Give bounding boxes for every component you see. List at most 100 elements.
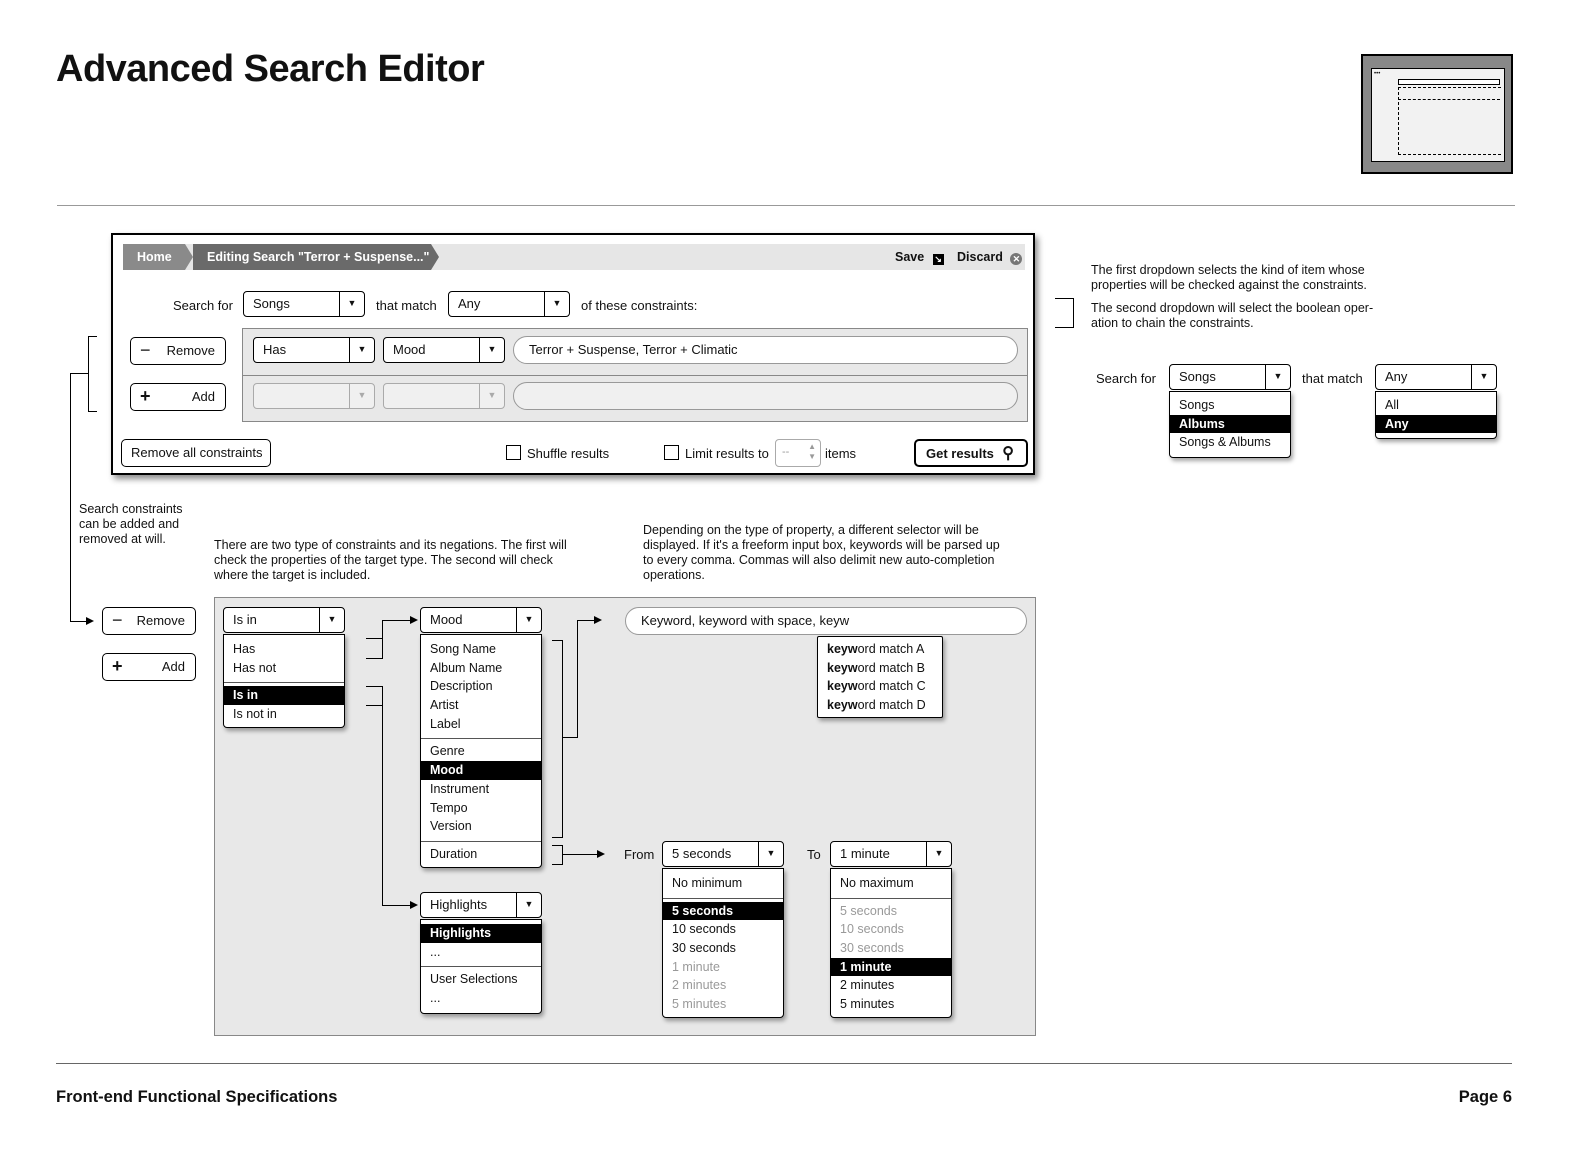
add-label: Add <box>161 659 185 674</box>
example-match-dropdown[interactable]: Any ▼ <box>1375 364 1497 390</box>
footer-page-number: Page 6 <box>1458 1088 1512 1106</box>
autocomplete-item[interactable]: keyword match A <box>818 640 942 659</box>
autocomplete-item[interactable]: keyword match B <box>818 659 942 678</box>
chevron-down-icon: ▼ <box>758 842 783 866</box>
breadcrumb-home[interactable]: Home <box>123 244 185 270</box>
detail-add-button[interactable]: + Add <box>102 653 196 681</box>
search-for-value: Songs <box>253 296 290 311</box>
chevron-down-icon: ▼ <box>349 338 374 362</box>
list-item[interactable]: Song Name <box>421 640 541 659</box>
shuffle-checkbox[interactable] <box>506 445 521 460</box>
list-item[interactable]: Songs & Albums <box>1170 433 1290 452</box>
list-item-selected[interactable]: Mood <box>421 761 541 780</box>
match-bold: keyw <box>827 642 858 656</box>
limit-value: -- <box>782 446 790 458</box>
list-item-selected[interactable]: 1 minute <box>831 957 951 977</box>
keyword-input[interactable]: Keyword, keyword with space, keyw <box>625 607 1027 635</box>
remove-label: Remove <box>136 613 185 628</box>
list-item[interactable]: No maximum <box>831 874 951 893</box>
detail-highlights-dropdown[interactable]: Highlights ▼ <box>420 892 542 918</box>
list-item-disabled: 1 minute <box>672 959 720 974</box>
match-rest: ord match B <box>857 660 925 675</box>
list-item[interactable]: 10 seconds <box>663 920 783 939</box>
list-item-selected[interactable]: Is in <box>224 686 344 706</box>
list-item[interactable]: Description <box>421 677 541 696</box>
stepper-arrows-icon: ▲ ▼ <box>808 442 816 461</box>
example-search-for-list: Songs Albums Songs & Albums <box>1169 391 1291 458</box>
to-value: 1 minute <box>840 846 890 861</box>
to-list: No maximum 5 seconds 10 seconds 30 secon… <box>830 868 952 1018</box>
constraint-property-dropdown[interactable]: Mood ▼ <box>383 337 505 363</box>
page-thumbnail: ••• <box>1361 54 1513 174</box>
that-match-dropdown[interactable]: Any ▼ <box>448 291 570 317</box>
constraint-type-dropdown[interactable]: Has ▼ <box>253 337 375 363</box>
list-item[interactable]: 30 seconds <box>663 939 783 958</box>
list-item[interactable]: ... <box>421 943 541 962</box>
autocomplete-item[interactable]: keyword match D <box>818 696 942 715</box>
remove-all-constraints-button[interactable]: Remove all constraints <box>121 439 271 467</box>
limit-stepper[interactable]: -- ▲ ▼ <box>775 439 821 467</box>
breadcrumb-current: Editing Search "Terror + Suspense..." <box>193 244 431 270</box>
list-item-disabled: 5 minutes <box>672 997 727 1012</box>
list-item[interactable]: Label <box>421 715 541 734</box>
detail-property-dropdown[interactable]: Mood ▼ <box>420 607 542 633</box>
save-button[interactable]: Save ↘ <box>895 244 944 270</box>
minus-icon: − <box>140 340 151 360</box>
list-item[interactable]: 2 minutes <box>831 976 951 995</box>
get-results-button[interactable]: Get results ⚲ <box>914 439 1028 467</box>
list-item-selected[interactable]: Highlights <box>421 924 541 943</box>
detail-type-dropdown[interactable]: Is in ▼ <box>223 607 345 633</box>
search-for-dropdown[interactable]: Songs ▼ <box>243 291 365 317</box>
list-item[interactable]: Has not <box>224 659 344 678</box>
chevron-down-icon: ▼ <box>319 608 344 632</box>
constraint-type-value: Has <box>263 342 287 357</box>
items-label: items <box>825 446 857 461</box>
constraint-value-input[interactable]: Terror + Suspense, Terror + Climatic <box>513 336 1018 364</box>
note-second-dropdown: The second dropdown will select the bool… <box>1091 301 1374 330</box>
list-item-selected[interactable]: Albums <box>1170 414 1290 434</box>
list-item[interactable]: Duration <box>421 845 541 864</box>
limit-checkbox[interactable] <box>664 445 679 460</box>
detail-remove-button[interactable]: − Remove <box>102 607 196 635</box>
list-item[interactable]: Has <box>224 640 344 659</box>
list-item-selected[interactable]: 5 seconds <box>663 901 783 921</box>
chevron-down-icon: ▼ <box>544 292 569 316</box>
list-item[interactable]: Instrument <box>421 780 541 799</box>
chevron-down-icon: ▼ <box>339 292 364 316</box>
example-search-for-label: Search for <box>1096 371 1156 386</box>
detail-highlights-list: Highlights ... User Selections ... <box>420 919 542 1014</box>
list-item-disabled: 30 seconds <box>840 941 904 956</box>
example-that-match-label: that match <box>1302 371 1363 386</box>
list-item[interactable]: Version <box>421 817 541 836</box>
save-label: Save <box>895 250 925 264</box>
that-match-label: that match <box>376 298 437 313</box>
example-search-for-dropdown[interactable]: Songs ▼ <box>1169 364 1291 390</box>
to-label: To <box>807 847 821 862</box>
minus-icon: − <box>112 610 123 630</box>
list-item[interactable]: User Selections <box>421 970 541 989</box>
list-item[interactable]: All <box>1376 396 1496 415</box>
list-item[interactable]: Album Name <box>421 659 541 678</box>
footer-doc-title: Front-end Functional Specifications <box>56 1088 338 1106</box>
list-item[interactable]: Is not in <box>224 705 344 724</box>
plus-icon: + <box>140 386 151 406</box>
list-item[interactable]: 5 minutes <box>831 995 951 1014</box>
plus-icon: + <box>112 656 123 676</box>
from-dropdown[interactable]: 5 seconds ▼ <box>662 841 784 867</box>
to-dropdown[interactable]: 1 minute ▼ <box>830 841 952 867</box>
list-item[interactable]: Genre <box>421 742 541 761</box>
list-item[interactable]: Songs <box>1170 396 1290 415</box>
add-constraint-button[interactable]: + Add <box>130 383 226 411</box>
remove-constraint-button[interactable]: − Remove <box>130 337 226 365</box>
list-item-selected[interactable]: Any <box>1376 414 1496 434</box>
discard-button[interactable]: Discard ✕ <box>957 244 1023 270</box>
list-item[interactable]: Tempo <box>421 799 541 818</box>
list-item[interactable]: ... <box>421 989 541 1008</box>
autocomplete-item[interactable]: keyword match C <box>818 677 942 696</box>
list-item[interactable]: No minimum <box>663 874 783 893</box>
match-bold: keyw <box>827 679 858 694</box>
thumbnail-screen: ••• <box>1371 68 1505 162</box>
chevron-down-icon: ▼ <box>349 384 374 408</box>
list-item[interactable]: Artist <box>421 696 541 715</box>
match-rest: ord match A <box>857 642 925 656</box>
